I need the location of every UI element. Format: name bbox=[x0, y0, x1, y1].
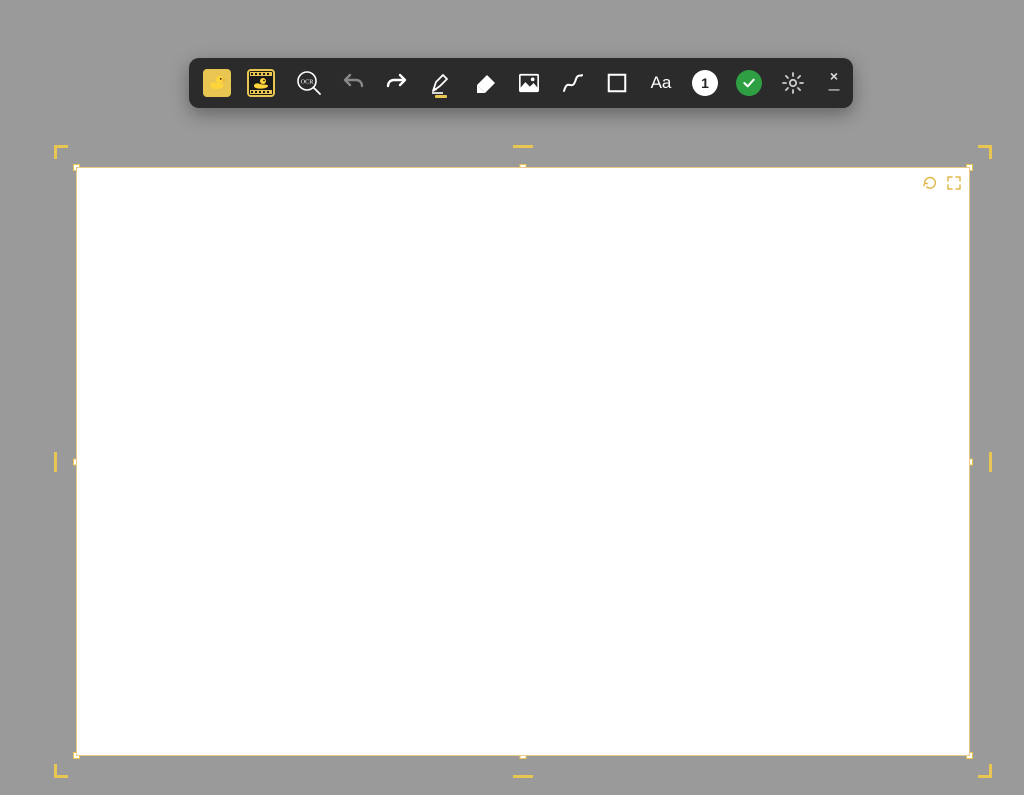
settings-gear-icon bbox=[781, 71, 805, 95]
crop-corner-tr[interactable] bbox=[978, 145, 992, 159]
duck-film-icon bbox=[249, 71, 273, 95]
crop-corner-tl[interactable] bbox=[54, 145, 68, 159]
text-button[interactable]: Aa bbox=[643, 65, 679, 101]
canvas-actions bbox=[921, 174, 963, 192]
crop-corner-br[interactable] bbox=[978, 764, 992, 778]
settings-button[interactable] bbox=[775, 65, 811, 101]
eraser-icon bbox=[473, 71, 497, 95]
pen-icon bbox=[429, 71, 453, 95]
fullscreen-button[interactable] bbox=[945, 174, 963, 192]
confirm-button[interactable] bbox=[731, 65, 767, 101]
annotation-toolbar: OCR bbox=[189, 58, 853, 108]
duck-select-button[interactable] bbox=[203, 69, 231, 97]
undo-icon bbox=[341, 71, 365, 95]
pen-button[interactable] bbox=[423, 65, 459, 101]
ocr-button[interactable]: OCR bbox=[291, 65, 327, 101]
crop-region bbox=[54, 145, 992, 778]
text-icon: Aa bbox=[651, 73, 672, 93]
rectangle-button[interactable] bbox=[599, 65, 635, 101]
rotate-button[interactable] bbox=[921, 174, 939, 192]
window-controls: × — bbox=[825, 65, 843, 101]
image-icon bbox=[518, 72, 540, 94]
svg-text:OCR: OCR bbox=[301, 79, 315, 86]
curve-line-button[interactable] bbox=[555, 65, 591, 101]
canvas[interactable] bbox=[76, 167, 970, 756]
confirm-check-icon bbox=[736, 70, 762, 96]
redo-icon bbox=[385, 71, 409, 95]
crop-edge-top[interactable] bbox=[513, 145, 533, 148]
undo-button[interactable] bbox=[335, 65, 371, 101]
crop-edge-bottom[interactable] bbox=[513, 775, 533, 778]
ocr-magnifier-icon: OCR bbox=[296, 70, 322, 96]
rectangle-icon bbox=[606, 72, 628, 94]
counter-badge-button[interactable]: 1 bbox=[687, 65, 723, 101]
duck-icon bbox=[207, 73, 227, 93]
redo-button[interactable] bbox=[379, 65, 415, 101]
close-button[interactable]: × bbox=[825, 69, 843, 83]
curve-line-icon bbox=[561, 71, 585, 95]
eraser-button[interactable] bbox=[467, 65, 503, 101]
duck-film-button[interactable] bbox=[247, 69, 275, 97]
crop-edge-right[interactable] bbox=[989, 452, 992, 472]
crop-corner-bl[interactable] bbox=[54, 764, 68, 778]
pen-active-indicator bbox=[435, 95, 447, 98]
minimize-button[interactable]: — bbox=[825, 83, 843, 97]
counter-badge-icon: 1 bbox=[692, 70, 718, 96]
crop-edge-left[interactable] bbox=[54, 452, 57, 472]
image-button[interactable] bbox=[511, 65, 547, 101]
